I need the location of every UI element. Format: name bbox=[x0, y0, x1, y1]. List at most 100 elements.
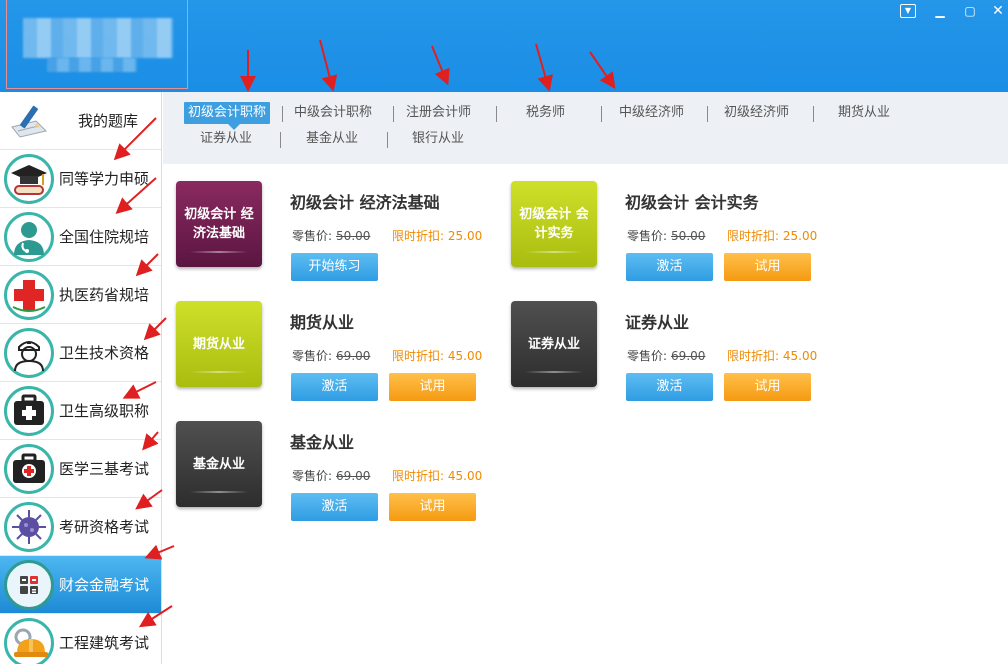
trial-button[interactable]: 试用 bbox=[724, 373, 811, 401]
sidebar-item-label: 考研资格考试 bbox=[59, 518, 150, 536]
product-card: 初级会计 经济法基础 初级会计 经济法基础 零售价: 50.00 限时折扣: 25… bbox=[176, 181, 496, 291]
activate-button[interactable]: 激活 bbox=[291, 373, 378, 401]
tab-divider bbox=[393, 106, 394, 122]
tab-divider bbox=[496, 106, 497, 122]
close-icon[interactable]: ✕ bbox=[990, 4, 1006, 18]
app-window: ▼ ▁ ▢ ✕ 我的题库 同等学力申硕 全国住院规培 执医药省规培 卫生技术资格… bbox=[0, 0, 1008, 664]
logo-blurred bbox=[23, 18, 173, 58]
price-label: 零售价: bbox=[627, 349, 668, 363]
tab-divider bbox=[813, 106, 814, 122]
sidebar-item-label: 卫生技术资格 bbox=[59, 344, 150, 362]
tab-divider bbox=[601, 106, 602, 122]
sidebar-item-label: 全国住院规培 bbox=[59, 228, 150, 246]
sidebar-item-label: 医学三基考试 bbox=[59, 460, 150, 478]
price-label: 零售价: bbox=[627, 229, 668, 243]
tab-banking[interactable]: 银行从业 bbox=[412, 128, 464, 150]
price-row: 零售价: 69.00 限时折扣: 45.00 bbox=[292, 347, 482, 364]
nurse-icon bbox=[4, 328, 54, 378]
start-practice-button[interactable]: 开始练习 bbox=[291, 253, 378, 281]
tab-intermediate-accountant[interactable]: 中级会计职称 bbox=[294, 102, 372, 124]
tab-divider bbox=[280, 132, 281, 148]
price-row: 零售价: 69.00 限时折扣: 45.00 bbox=[292, 467, 482, 484]
minimize-icon[interactable]: ▁ bbox=[932, 4, 948, 18]
sidebar-item-my-bank[interactable]: 我的题库 bbox=[0, 92, 161, 150]
product-card: 证券从业 证券从业 零售价: 69.00 限时折扣: 45.00 激活 试用 bbox=[511, 301, 831, 411]
red-cross-icon bbox=[4, 270, 54, 320]
tab-divider bbox=[282, 106, 283, 122]
sidebar-item-label: 同等学力申硕 bbox=[59, 170, 150, 188]
price-row: 零售价: 50.00 限时折扣: 25.00 bbox=[627, 227, 817, 244]
tab-intermediate-economist[interactable]: 中级经济师 bbox=[619, 102, 684, 124]
product-title: 初级会计 经济法基础 bbox=[290, 193, 440, 212]
product-title: 基金从业 bbox=[290, 433, 355, 452]
tab-tax-advisor[interactable]: 税务师 bbox=[526, 102, 565, 124]
product-thumbnail[interactable]: 基金从业 bbox=[176, 421, 262, 507]
product-card: 初级会计 会计实务 初级会计 会计实务 零售价: 50.00 限时折扣: 25.0… bbox=[511, 181, 831, 291]
maximize-icon[interactable]: ▢ bbox=[962, 4, 978, 18]
sidebar-item-degree[interactable]: 同等学力申硕 bbox=[0, 150, 161, 208]
trial-button[interactable]: 试用 bbox=[724, 253, 811, 281]
discount-price: 限时折扣: 45.00 bbox=[392, 349, 483, 363]
sidebar-item-senior-title[interactable]: 卫生高级职称 bbox=[0, 382, 161, 440]
window-menu-icon[interactable]: ▼ bbox=[900, 4, 916, 18]
tab-securities[interactable]: 证券从业 bbox=[200, 128, 252, 150]
first-aid-box-icon bbox=[4, 444, 54, 494]
product-title: 证券从业 bbox=[625, 313, 690, 332]
doctor-icon bbox=[4, 212, 54, 262]
original-price: 69.00 bbox=[671, 349, 706, 363]
sidebar-item-label: 卫生高级职称 bbox=[59, 402, 150, 420]
sidebar-item-three-basics[interactable]: 医学三基考试 bbox=[0, 440, 161, 498]
tab-fund[interactable]: 基金从业 bbox=[306, 128, 358, 150]
discount-price: 限时折扣: 45.00 bbox=[392, 469, 483, 483]
tab-cpa[interactable]: 注册会计师 bbox=[406, 102, 471, 124]
sidebar-item-postgrad[interactable]: 考研资格考试 bbox=[0, 498, 161, 556]
sidebar-item-label: 执医药省规培 bbox=[59, 286, 150, 304]
sidebar-item-engineering[interactable]: 工程建筑考试 bbox=[0, 614, 161, 664]
product-thumbnail[interactable]: 初级会计 经济法基础 bbox=[176, 181, 262, 267]
sidebar-item-residency[interactable]: 全国住院规培 bbox=[0, 208, 161, 266]
product-card: 基金从业 基金从业 零售价: 69.00 限时折扣: 45.00 激活 试用 bbox=[176, 421, 496, 531]
logo-blurred-subtext bbox=[47, 58, 137, 72]
tab-futures[interactable]: 期货从业 bbox=[838, 102, 890, 124]
discount-price: 限时折扣: 45.00 bbox=[727, 349, 818, 363]
product-thumbnail[interactable]: 初级会计 会计实务 bbox=[511, 181, 597, 267]
sidebar-item-health-tech[interactable]: 卫生技术资格 bbox=[0, 324, 161, 382]
pencil-paper-icon bbox=[4, 96, 54, 146]
original-price: 69.00 bbox=[336, 469, 371, 483]
original-price: 69.00 bbox=[336, 349, 371, 363]
title-bar: ▼ ▁ ▢ ✕ bbox=[0, 0, 1008, 92]
tab-divider bbox=[707, 106, 708, 122]
trial-button[interactable]: 试用 bbox=[389, 493, 476, 521]
discount-price: 限时折扣: 25.00 bbox=[727, 229, 818, 243]
virus-icon bbox=[4, 502, 54, 552]
product-thumbnail[interactable]: 期货从业 bbox=[176, 301, 262, 387]
medical-kit-icon bbox=[4, 386, 54, 436]
price-label: 零售价: bbox=[292, 469, 333, 483]
price-row: 零售价: 69.00 限时折扣: 45.00 bbox=[627, 347, 817, 364]
price-label: 零售价: bbox=[292, 349, 333, 363]
tab-junior-accountant[interactable]: 初级会计职称 bbox=[184, 102, 271, 130]
product-title: 初级会计 会计实务 bbox=[625, 193, 759, 212]
sidebar-item-label: 我的题库 bbox=[78, 112, 139, 130]
discount-price: 限时折扣: 25.00 bbox=[392, 229, 483, 243]
activate-button[interactable]: 激活 bbox=[291, 493, 378, 521]
sidebar-item-label: 财会金融考试 bbox=[59, 576, 150, 594]
sidebar-item-pharmacy[interactable]: 执医药省规培 bbox=[0, 266, 161, 324]
hard-hat-icon bbox=[4, 618, 54, 664]
trial-button[interactable]: 试用 bbox=[389, 373, 476, 401]
original-price: 50.00 bbox=[671, 229, 706, 243]
app-logo bbox=[6, 0, 188, 89]
sidebar-item-finance[interactable]: 财会金融考试 bbox=[0, 556, 161, 614]
sidebar: 我的题库 同等学力申硕 全国住院规培 执医药省规培 卫生技术资格 卫生高级职称 … bbox=[0, 92, 162, 664]
sidebar-item-label: 工程建筑考试 bbox=[59, 634, 150, 652]
calculator-icon bbox=[4, 560, 54, 610]
activate-button[interactable]: 激活 bbox=[626, 373, 713, 401]
product-thumbnail[interactable]: 证券从业 bbox=[511, 301, 597, 387]
price-label: 零售价: bbox=[292, 229, 333, 243]
original-price: 50.00 bbox=[336, 229, 371, 243]
price-row: 零售价: 50.00 限时折扣: 25.00 bbox=[292, 227, 482, 244]
product-card: 期货从业 期货从业 零售价: 69.00 限时折扣: 45.00 激活 试用 bbox=[176, 301, 496, 411]
tab-junior-economist[interactable]: 初级经济师 bbox=[724, 102, 789, 124]
product-title: 期货从业 bbox=[290, 313, 355, 332]
activate-button[interactable]: 激活 bbox=[626, 253, 713, 281]
